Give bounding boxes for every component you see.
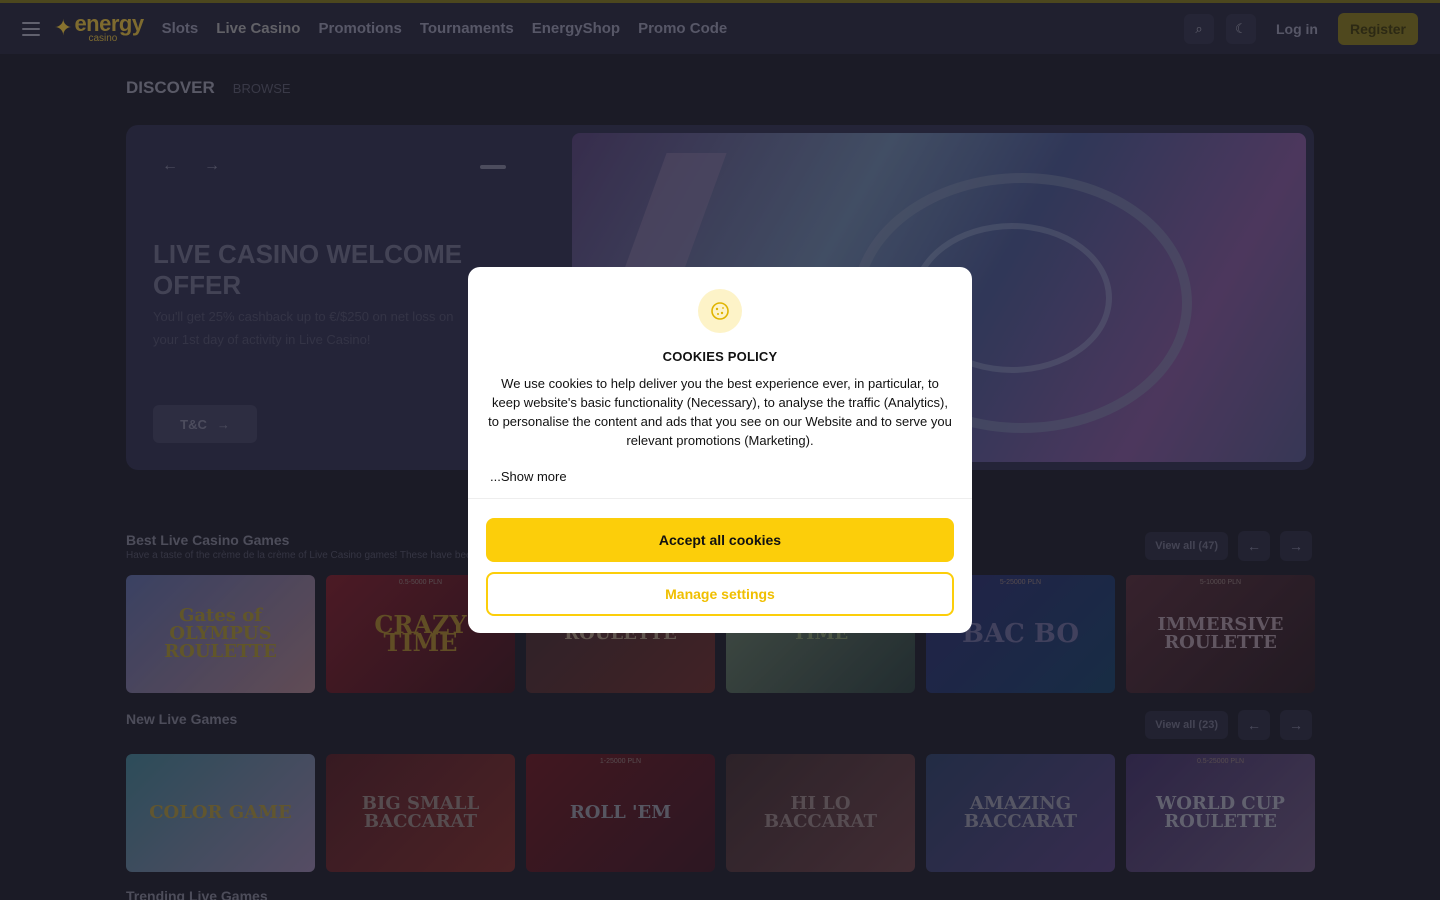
- manage-settings-button[interactable]: Manage settings: [486, 572, 954, 616]
- show-more-link[interactable]: ...Show more: [490, 469, 567, 484]
- accept-all-cookies-button[interactable]: Accept all cookies: [486, 518, 954, 562]
- cookie-dialog-title: COOKIES POLICY: [662, 349, 778, 364]
- cookie-icon: [698, 289, 742, 333]
- divider: [468, 498, 972, 499]
- cookie-dialog-text: We use cookies to help deliver you the b…: [488, 376, 952, 448]
- cookie-policy-dialog: COOKIES POLICY We use cookies to help de…: [468, 267, 972, 633]
